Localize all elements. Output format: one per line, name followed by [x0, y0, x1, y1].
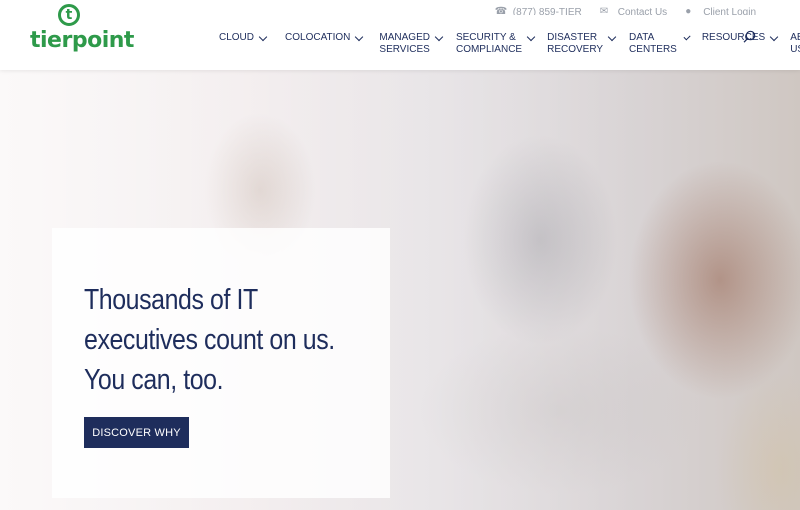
utility-login-label: Client Login [703, 6, 756, 18]
chevron-down-icon [607, 32, 617, 42]
nav-item-about-us[interactable]: ABOUT US [790, 32, 800, 56]
nav-item-label: CLOUD [219, 32, 255, 43]
nav-item-security-compliance[interactable]: SECURITY & COMPLIANCE [455, 32, 536, 56]
phone-icon: ☎ [494, 6, 508, 17]
nav-item-resources[interactable]: RESOURCES [702, 32, 779, 56]
chevron-down-icon [258, 32, 268, 42]
site-header: t tierpoint ☎ (877) 859-TIER ✉ Contact U… [0, 0, 800, 70]
utility-contact[interactable]: ✉ Contact Us [599, 6, 668, 18]
chevron-down-icon [683, 33, 691, 41]
nav-item-label: MANAGED SERVICES [379, 32, 430, 55]
utility-bar: ☎ (877) 859-TIER ✉ Contact Us ● Client L… [494, 6, 756, 18]
hero-banner: Thousands of IT executives count on us. … [0, 70, 800, 510]
logo-mark-icon: t [58, 4, 80, 26]
utility-contact-label: Contact Us [617, 6, 668, 18]
nav-item-label: SECURITY & COMPLIANCE [455, 32, 523, 55]
utility-login[interactable]: ● Client Login [685, 6, 756, 18]
tierpoint-logo[interactable]: t tierpoint [30, 4, 134, 54]
main-nav: CLOUD COLOCATION MANAGED SERVICES SECURI… [219, 32, 800, 56]
hero-headline: Thousands of IT executives count on us. … [84, 284, 335, 396]
nav-item-label: DISASTER RECOVERY [547, 32, 604, 55]
nav-item-cloud[interactable]: CLOUD [219, 32, 268, 56]
nav-item-colocation[interactable]: COLOCATION [285, 32, 364, 56]
chevron-down-icon [434, 32, 444, 42]
nav-item-data-centers[interactable]: DATA CENTERS [629, 32, 691, 56]
search-icon[interactable] [743, 30, 756, 43]
mail-icon: ✉ [599, 6, 609, 17]
chevron-down-icon [526, 32, 536, 42]
chevron-down-icon [355, 32, 364, 42]
nav-item-managed-services[interactable]: MANAGED SERVICES [379, 32, 444, 56]
discover-why-button[interactable]: DISCOVER WHY [84, 417, 189, 448]
utility-phone[interactable]: ☎ (877) 859-TIER [494, 6, 582, 18]
nav-item-disaster-recovery[interactable]: DISASTER RECOVERY [547, 32, 617, 56]
user-icon: ● [685, 6, 692, 17]
nav-item-label: ABOUT US [790, 32, 800, 55]
logo-text: tierpoint [30, 28, 134, 53]
chevron-down-icon [769, 32, 779, 42]
nav-item-label: COLOCATION [285, 32, 351, 43]
utility-phone-label: (877) 859-TIER [512, 6, 582, 18]
hero-card: Thousands of IT executives count on us. … [52, 228, 390, 498]
nav-item-label: DATA CENTERS [629, 32, 677, 55]
